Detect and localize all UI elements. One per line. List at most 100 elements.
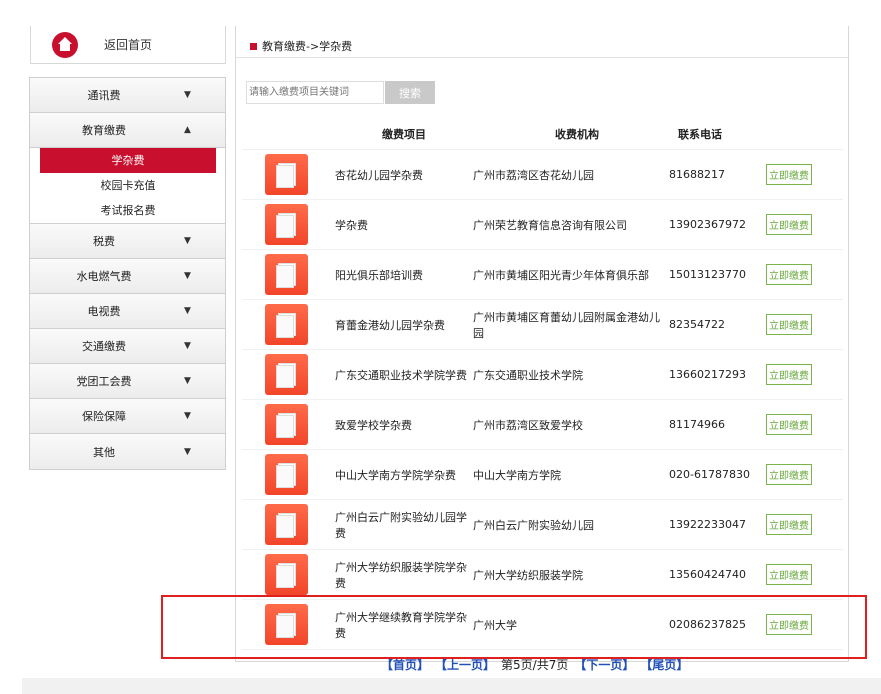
menu-cat-label: 党团工会费: [76, 375, 132, 388]
row-item-name: 广州大学纺织服装学院学杂费: [335, 560, 467, 590]
document-icon: [265, 354, 308, 395]
footer-bar: [22, 678, 881, 694]
chevron-down-icon: ▼: [184, 411, 191, 421]
row-tel: 81688217: [669, 168, 725, 181]
row-item-name: 阳光俱乐部培训费: [335, 268, 423, 282]
row-org: 广州市黄埔区阳光青少年体育俱乐部: [473, 268, 649, 282]
row-org: 广州大学纺织服装学院: [473, 568, 583, 582]
submenu-item-tuition[interactable]: 学杂费: [40, 148, 216, 173]
table-row: 中山大学南方学院学杂费 中山大学南方学院 020-61787830 立即缴费: [242, 450, 843, 500]
main-panel: 教育缴费->学杂费 搜索 缴费项目 收费机构 联系电话 杏花幼儿园学杂费广州市荔…: [235, 26, 849, 672]
document-icon: [265, 454, 308, 495]
menu-cat-label: 保险保障: [82, 410, 126, 423]
row-icon-cell: [242, 254, 328, 295]
pay-now-button[interactable]: 立即缴费: [766, 564, 812, 585]
submenu-item-campus-card[interactable]: 校园卡充值: [40, 173, 216, 198]
row-item-name: 学杂费: [335, 218, 368, 232]
divider: [236, 57, 848, 58]
table-row: 杏花幼儿园学杂费 广州市荔湾区杏花幼儿园 81688217 立即缴费: [242, 150, 843, 200]
pay-now-button[interactable]: 立即缴费: [766, 364, 812, 385]
pay-now-button[interactable]: 立即缴费: [766, 314, 812, 335]
row-tel: 13902367972: [669, 218, 746, 231]
row-org: 广州荣艺教育信息咨询有限公司: [473, 218, 627, 232]
row-icon-cell: [242, 304, 328, 345]
menu-cat-label: 税费: [93, 235, 115, 248]
menu-cat-education[interactable]: 教育缴费 ▲: [30, 113, 225, 148]
menu-cat-label: 教育缴费: [82, 124, 126, 137]
row-item-name: 育蕾金港幼儿园学杂费: [335, 318, 445, 332]
menu-cat-tv[interactable]: 电视费 ▼: [30, 294, 225, 329]
document-icon: [265, 154, 308, 195]
row-action-cell: 立即缴费: [766, 214, 843, 235]
header-org: 收费机构: [555, 127, 599, 141]
row-org: 广州白云广附实验幼儿园: [473, 518, 594, 532]
menu-cat-telecom[interactable]: 通讯费 ▼: [30, 78, 225, 113]
table-row: 广州大学纺织服装学院学杂费 广州大学纺织服装学院 13560424740 立即缴费: [242, 550, 843, 600]
row-tel: 15013123770: [669, 268, 746, 281]
chevron-down-icon: ▼: [184, 376, 191, 386]
table-header: 缴费项目 收费机构 联系电话: [242, 118, 843, 150]
home-label: 返回首页: [104, 38, 153, 52]
menu-cat-traffic[interactable]: 交通缴费 ▼: [30, 329, 225, 364]
document-icon: [265, 304, 308, 345]
menu-cat-label: 水电燃气费: [76, 270, 132, 283]
document-icon: [265, 504, 308, 545]
row-action-cell: 立即缴费: [766, 414, 843, 435]
row-tel: 13560424740: [669, 568, 746, 581]
chevron-down-icon: ▼: [184, 341, 191, 351]
submenu-item-exam-fee[interactable]: 考试报名费: [40, 198, 216, 223]
home-icon: [52, 31, 78, 58]
breadcrumb-text: 教育缴费->学杂费: [262, 40, 353, 53]
chevron-up-icon: ▲: [184, 125, 191, 135]
row-icon-cell: [242, 554, 328, 595]
row-icon-cell: [242, 354, 328, 395]
pay-now-button[interactable]: 立即缴费: [766, 214, 812, 235]
pay-now-button[interactable]: 立即缴费: [766, 164, 812, 185]
menu-cat-insurance[interactable]: 保险保障 ▼: [30, 399, 225, 434]
row-tel: 13660217293: [669, 368, 746, 381]
row-item-name: 杏花幼儿园学杂费: [335, 168, 423, 182]
chevron-down-icon: ▼: [184, 446, 191, 457]
pay-now-button[interactable]: 立即缴费: [766, 514, 812, 535]
chevron-down-icon: ▼: [184, 271, 191, 281]
highlight-box: [161, 595, 867, 659]
document-icon: [265, 554, 308, 595]
home-link[interactable]: 返回首页: [30, 26, 226, 64]
chevron-down-icon: ▼: [184, 90, 191, 100]
table-row: 广州白云广附实验幼儿园学费 广州白云广附实验幼儿园 13922233047 立即缴费: [242, 500, 843, 550]
menu-cat-label: 通讯费: [87, 89, 121, 102]
category-menu: 通讯费 ▼ 教育缴费 ▲ 学杂费 校园卡充值 考试报名费 税费 ▼ 水电燃气费 ▼ 电视…: [29, 77, 226, 470]
pay-now-button[interactable]: 立即缴费: [766, 414, 812, 435]
document-icon: [265, 204, 308, 245]
row-icon-cell: [242, 154, 328, 195]
document-icon: [265, 404, 308, 445]
row-icon-cell: [242, 404, 328, 445]
menu-cat-label: 电视费: [87, 305, 121, 318]
row-item-name: 广州白云广附实验幼儿园学费: [335, 510, 467, 540]
menu-cat-party-dues[interactable]: 党团工会费 ▼: [30, 364, 225, 399]
row-action-cell: 立即缴费: [766, 364, 843, 385]
header-tel: 联系电话: [678, 127, 722, 141]
pay-now-button[interactable]: 立即缴费: [766, 264, 812, 285]
row-action-cell: 立即缴费: [766, 564, 843, 585]
header-item: 缴费项目: [382, 127, 426, 141]
row-org: 广州市黄埔区育蕾幼儿园附属金港幼儿园: [473, 310, 660, 340]
row-icon-cell: [242, 454, 328, 495]
menu-cat-label: 交通缴费: [82, 340, 126, 353]
pay-now-button[interactable]: 立即缴费: [766, 464, 812, 485]
menu-cat-other[interactable]: 其他 ▼: [30, 434, 225, 469]
row-action-cell: 立即缴费: [766, 464, 843, 485]
menu-cat-tax[interactable]: 税费 ▼: [30, 224, 225, 259]
row-org: 广东交通职业技术学院: [473, 368, 583, 382]
menu-cat-utilities[interactable]: 水电燃气费 ▼: [30, 259, 225, 294]
row-org: 广州市荔湾区杏花幼儿园: [473, 168, 594, 182]
row-action-cell: 立即缴费: [766, 314, 843, 335]
breadcrumb: 教育缴费->学杂费: [250, 38, 352, 54]
chevron-down-icon: ▼: [184, 236, 191, 246]
table-row: 阳光俱乐部培训费 广州市黄埔区阳光青少年体育俱乐部 15013123770 立即缴费: [242, 250, 843, 300]
row-item-name: 中山大学南方学院学杂费: [335, 468, 456, 482]
row-org: 广州市荔湾区致爱学校: [473, 418, 583, 432]
search-button[interactable]: 搜索: [385, 81, 435, 104]
row-action-cell: 立即缴费: [766, 514, 843, 535]
search-input[interactable]: [246, 81, 384, 104]
